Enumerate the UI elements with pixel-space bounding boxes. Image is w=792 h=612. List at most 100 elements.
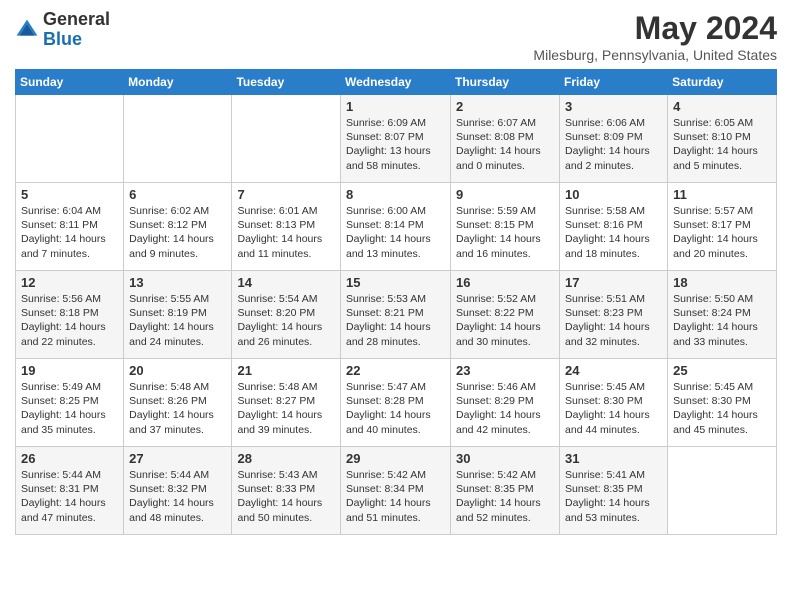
- day-number: 19: [21, 363, 118, 378]
- day-number: 16: [456, 275, 554, 290]
- day-number: 29: [346, 451, 445, 466]
- calendar-cell: 27 Sunrise: 5:44 AMSunset: 8:32 PMDayligh…: [124, 447, 232, 535]
- calendar-week-row: 12Sunrise: 5:56 AMSunset: 8:18 PMDayligh…: [16, 271, 777, 359]
- day-number: 1: [346, 99, 445, 114]
- calendar-cell: 9 Sunrise: 5:59 AMSunset: 8:15 PMDaylight…: [451, 183, 560, 271]
- day-number: 8: [346, 187, 445, 202]
- day-info: Sunrise: 5:57 AMSunset: 8:17 PMDaylight:…: [673, 204, 771, 261]
- day-info: Sunrise: 5:56 AMSunset: 8:18 PMDaylight:…: [21, 292, 118, 349]
- day-info: Sunrise: 5:44 AMSunset: 8:32 PMDaylight:…: [129, 468, 226, 525]
- calendar-cell: [668, 447, 777, 535]
- calendar-cell: 16Sunrise: 5:52 AMSunset: 8:22 PMDayligh…: [451, 271, 560, 359]
- calendar-cell: 28 Sunrise: 5:43 AMSunset: 8:33 PMDayligh…: [232, 447, 341, 535]
- day-number: 20: [129, 363, 226, 378]
- day-number: 14: [237, 275, 335, 290]
- header-row: SundayMondayTuesdayWednesdayThursdayFrid…: [16, 70, 777, 95]
- calendar-cell: 24 Sunrise: 5:45 AMSunset: 8:30 PMDayligh…: [560, 359, 668, 447]
- day-number: 2: [456, 99, 554, 114]
- day-number: 13: [129, 275, 226, 290]
- logo-line1: General: [43, 10, 110, 30]
- day-of-week-header: Friday: [560, 70, 668, 95]
- calendar-cell: 17 Sunrise: 5:51 AMSunset: 8:23 PMDayligh…: [560, 271, 668, 359]
- day-info: Sunrise: 5:45 AMSunset: 8:30 PMDaylight:…: [565, 380, 662, 437]
- day-info: Sunrise: 5:51 AMSunset: 8:23 PMDaylight:…: [565, 292, 662, 349]
- day-number: 5: [21, 187, 118, 202]
- calendar-cell: 6Sunrise: 6:02 AMSunset: 8:12 PMDaylight…: [124, 183, 232, 271]
- day-info: Sunrise: 5:41 AMSunset: 8:35 PMDaylight:…: [565, 468, 662, 525]
- day-info: Sunrise: 6:01 AMSunset: 8:13 PMDaylight:…: [237, 204, 335, 261]
- calendar-cell: 30Sunrise: 5:42 AMSunset: 8:35 PMDayligh…: [451, 447, 560, 535]
- calendar-cell: 20 Sunrise: 5:48 AMSunset: 8:26 PMDayligh…: [124, 359, 232, 447]
- calendar-week-row: 1 Sunrise: 6:09 AMSunset: 8:07 PMDaylight…: [16, 95, 777, 183]
- day-number: 10: [565, 187, 662, 202]
- day-number: 31: [565, 451, 662, 466]
- day-info: Sunrise: 6:00 AMSunset: 8:14 PMDaylight:…: [346, 204, 445, 261]
- day-of-week-header: Monday: [124, 70, 232, 95]
- calendar-cell: 25 Sunrise: 5:45 AMSunset: 8:30 PMDayligh…: [668, 359, 777, 447]
- day-info: Sunrise: 5:48 AMSunset: 8:27 PMDaylight:…: [237, 380, 335, 437]
- calendar-cell: 15 Sunrise: 5:53 AMSunset: 8:21 PMDayligh…: [341, 271, 451, 359]
- calendar-cell: 22 Sunrise: 5:47 AMSunset: 8:28 PMDayligh…: [341, 359, 451, 447]
- calendar-cell: [232, 95, 341, 183]
- calendar-cell: 26Sunrise: 5:44 AMSunset: 8:31 PMDayligh…: [16, 447, 124, 535]
- page-header: General Blue May 2024 Milesburg, Pennsyl…: [15, 10, 777, 63]
- day-number: 23: [456, 363, 554, 378]
- day-info: Sunrise: 5:48 AMSunset: 8:26 PMDaylight:…: [129, 380, 226, 437]
- calendar-cell: 5 Sunrise: 6:04 AMSunset: 8:11 PMDaylight…: [16, 183, 124, 271]
- day-info: Sunrise: 5:54 AMSunset: 8:20 PMDaylight:…: [237, 292, 335, 349]
- day-number: 4: [673, 99, 771, 114]
- day-number: 15: [346, 275, 445, 290]
- logo: General Blue: [15, 10, 110, 50]
- day-info: Sunrise: 5:46 AMSunset: 8:29 PMDaylight:…: [456, 380, 554, 437]
- day-info: Sunrise: 5:43 AMSunset: 8:33 PMDaylight:…: [237, 468, 335, 525]
- day-info: Sunrise: 6:04 AMSunset: 8:11 PMDaylight:…: [21, 204, 118, 261]
- day-of-week-header: Thursday: [451, 70, 560, 95]
- day-info: Sunrise: 5:59 AMSunset: 8:15 PMDaylight:…: [456, 204, 554, 261]
- day-number: 25: [673, 363, 771, 378]
- calendar-cell: 12Sunrise: 5:56 AMSunset: 8:18 PMDayligh…: [16, 271, 124, 359]
- day-number: 27: [129, 451, 226, 466]
- day-of-week-header: Tuesday: [232, 70, 341, 95]
- day-number: 24: [565, 363, 662, 378]
- day-number: 28: [237, 451, 335, 466]
- calendar-body: 1 Sunrise: 6:09 AMSunset: 8:07 PMDaylight…: [16, 95, 777, 535]
- calendar-cell: [16, 95, 124, 183]
- day-number: 17: [565, 275, 662, 290]
- calendar-cell: 13Sunrise: 5:55 AMSunset: 8:19 PMDayligh…: [124, 271, 232, 359]
- calendar-cell: 8 Sunrise: 6:00 AMSunset: 8:14 PMDaylight…: [341, 183, 451, 271]
- title-block: May 2024 Milesburg, Pennsylvania, United…: [533, 10, 777, 63]
- day-number: 22: [346, 363, 445, 378]
- day-info: Sunrise: 6:05 AMSunset: 8:10 PMDaylight:…: [673, 116, 771, 173]
- day-info: Sunrise: 5:42 AMSunset: 8:34 PMDaylight:…: [346, 468, 445, 525]
- day-info: Sunrise: 6:09 AMSunset: 8:07 PMDaylight:…: [346, 116, 445, 173]
- location: Milesburg, Pennsylvania, United States: [533, 47, 777, 63]
- calendar-cell: 14 Sunrise: 5:54 AMSunset: 8:20 PMDayligh…: [232, 271, 341, 359]
- calendar-cell: 23 Sunrise: 5:46 AMSunset: 8:29 PMDayligh…: [451, 359, 560, 447]
- calendar-cell: [124, 95, 232, 183]
- day-info: Sunrise: 5:44 AMSunset: 8:31 PMDaylight:…: [21, 468, 118, 525]
- calendar-cell: 1 Sunrise: 6:09 AMSunset: 8:07 PMDaylight…: [341, 95, 451, 183]
- calendar-cell: 2Sunrise: 6:07 AMSunset: 8:08 PMDaylight…: [451, 95, 560, 183]
- day-info: Sunrise: 5:53 AMSunset: 8:21 PMDaylight:…: [346, 292, 445, 349]
- calendar-table: SundayMondayTuesdayWednesdayThursdayFrid…: [15, 69, 777, 535]
- calendar-cell: 19Sunrise: 5:49 AMSunset: 8:25 PMDayligh…: [16, 359, 124, 447]
- day-number: 3: [565, 99, 662, 114]
- calendar-cell: 4 Sunrise: 6:05 AMSunset: 8:10 PMDaylight…: [668, 95, 777, 183]
- calendar-week-row: 5 Sunrise: 6:04 AMSunset: 8:11 PMDaylight…: [16, 183, 777, 271]
- day-info: Sunrise: 5:45 AMSunset: 8:30 PMDaylight:…: [673, 380, 771, 437]
- day-of-week-header: Wednesday: [341, 70, 451, 95]
- logo-line2: Blue: [43, 30, 110, 50]
- calendar-cell: 18Sunrise: 5:50 AMSunset: 8:24 PMDayligh…: [668, 271, 777, 359]
- day-number: 18: [673, 275, 771, 290]
- calendar-cell: 7 Sunrise: 6:01 AMSunset: 8:13 PMDaylight…: [232, 183, 341, 271]
- calendar-cell: 10Sunrise: 5:58 AMSunset: 8:16 PMDayligh…: [560, 183, 668, 271]
- calendar-week-row: 19Sunrise: 5:49 AMSunset: 8:25 PMDayligh…: [16, 359, 777, 447]
- day-info: Sunrise: 5:47 AMSunset: 8:28 PMDaylight:…: [346, 380, 445, 437]
- calendar-cell: 29 Sunrise: 5:42 AMSunset: 8:34 PMDayligh…: [341, 447, 451, 535]
- day-info: Sunrise: 6:06 AMSunset: 8:09 PMDaylight:…: [565, 116, 662, 173]
- calendar-cell: 21Sunrise: 5:48 AMSunset: 8:27 PMDayligh…: [232, 359, 341, 447]
- day-of-week-header: Saturday: [668, 70, 777, 95]
- day-number: 9: [456, 187, 554, 202]
- day-number: 7: [237, 187, 335, 202]
- day-number: 30: [456, 451, 554, 466]
